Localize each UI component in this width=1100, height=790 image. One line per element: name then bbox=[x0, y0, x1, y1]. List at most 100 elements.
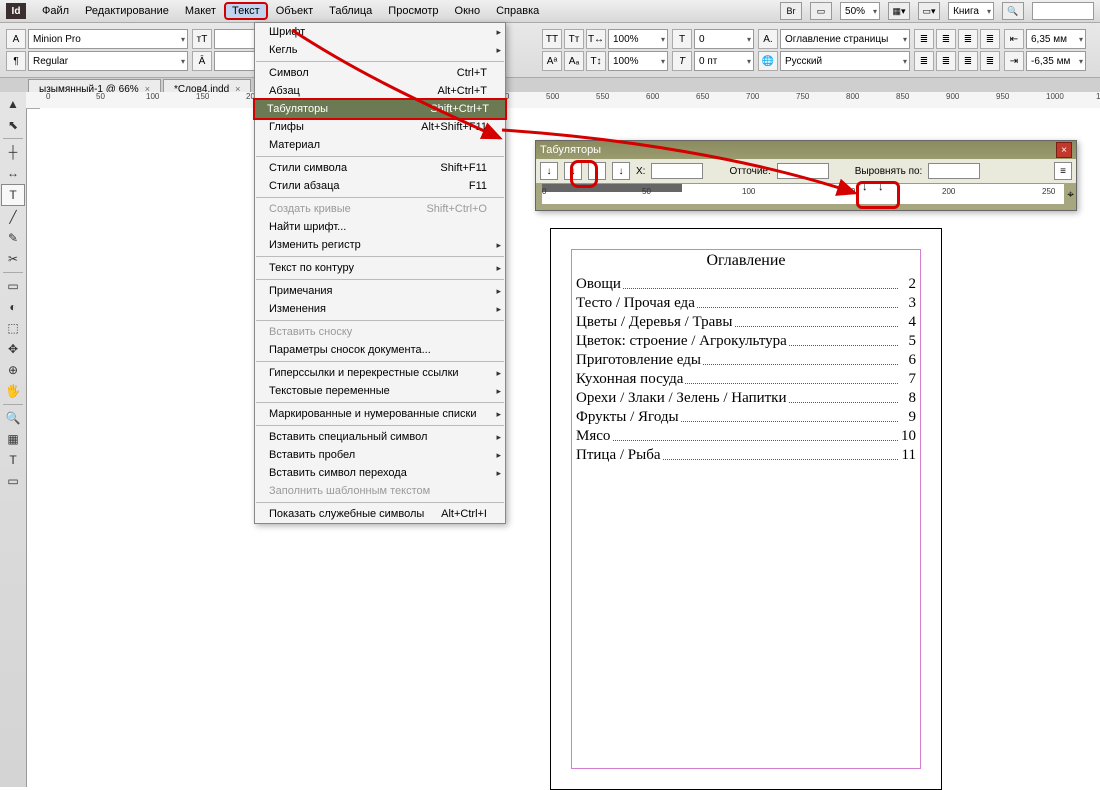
search-icon[interactable]: 🔍 bbox=[1002, 2, 1024, 20]
menu-item[interactable]: Примечания bbox=[255, 282, 505, 300]
tool-icon[interactable]: ┼ bbox=[2, 142, 24, 162]
menu-item[interactable]: Маркированные и нумерованные списки bbox=[255, 405, 505, 423]
language-select[interactable]: Русский bbox=[780, 51, 910, 71]
tool-icon[interactable]: ◐ bbox=[2, 297, 24, 317]
arrange-icon[interactable]: ▭▾ bbox=[918, 2, 940, 20]
tool-icon[interactable]: 🔍 bbox=[2, 408, 24, 428]
tab-decimal-icon[interactable]: ↓ bbox=[612, 162, 630, 180]
hscale-select[interactable]: 100% bbox=[608, 29, 668, 49]
menu-item[interactable]: Показать служебные символыAlt+Ctrl+I bbox=[255, 505, 505, 523]
tool-icon[interactable]: ✂ bbox=[2, 249, 24, 269]
tab-left-icon[interactable]: ↓ bbox=[540, 162, 558, 180]
menu-файл[interactable]: Файл bbox=[34, 2, 77, 20]
workspace-select[interactable]: Книга bbox=[948, 2, 994, 20]
caps-icon[interactable]: TT bbox=[542, 29, 562, 49]
tabs-panel-controls: ↓ ↓ ↓ ↓ X: Отточие: Выровнять по: ≡ bbox=[536, 159, 1076, 183]
menu-item[interactable]: Изменить регистр bbox=[255, 236, 505, 254]
toc-entry: Тесто / Прочая еда bbox=[576, 295, 697, 312]
tool-icon[interactable]: T bbox=[2, 450, 24, 470]
char-format-icon[interactable]: A bbox=[6, 29, 26, 49]
sub-icon[interactable]: Aₐ bbox=[564, 51, 584, 71]
menu-item[interactable]: Кегль bbox=[255, 41, 505, 59]
menu-item-shortcut: Shift+F11 bbox=[440, 162, 487, 174]
menu-item[interactable]: ГлифыAlt+Shift+F11 bbox=[255, 118, 505, 136]
menu-текст[interactable]: Текст bbox=[224, 2, 268, 20]
tool-icon[interactable]: ▦ bbox=[2, 429, 24, 449]
tool-icon[interactable]: T bbox=[1, 184, 25, 206]
menu-item[interactable]: Параметры сносок документа... bbox=[255, 341, 505, 359]
menu-таблица[interactable]: Таблица bbox=[321, 2, 380, 20]
tool-icon[interactable]: ⬚ bbox=[2, 318, 24, 338]
magnet-icon[interactable]: ⌖ bbox=[1067, 187, 1074, 202]
menu-item[interactable]: Шрифт bbox=[255, 23, 505, 41]
menu-справка[interactable]: Справка bbox=[488, 2, 547, 20]
menu-просмотр[interactable]: Просмотр bbox=[380, 2, 446, 20]
indent1-input[interactable]: 6,35 мм bbox=[1026, 29, 1086, 49]
close-icon[interactable]: × bbox=[1056, 142, 1072, 158]
toc-page: 6 bbox=[907, 352, 917, 369]
para-format-icon[interactable]: ¶ bbox=[6, 51, 26, 71]
super-icon[interactable]: Aᵃ bbox=[542, 51, 562, 71]
tabs-ruler[interactable]: 050100150200250↓↓ bbox=[542, 183, 1064, 204]
para-style-select[interactable]: Оглавление страницы bbox=[780, 29, 910, 49]
tool-icon[interactable]: ⬉ bbox=[2, 115, 24, 135]
menu-item[interactable]: Вставить специальный символ bbox=[255, 428, 505, 446]
tool-icon[interactable]: ▭ bbox=[2, 471, 24, 491]
menu-макет[interactable]: Макет bbox=[177, 2, 224, 20]
tool-icon[interactable]: ↔ bbox=[2, 163, 24, 183]
menu-item[interactable]: Вставить символ перехода bbox=[255, 464, 505, 482]
menu-окно[interactable]: Окно bbox=[447, 2, 489, 20]
kern-select[interactable]: 0 bbox=[694, 29, 754, 49]
align-icon[interactable]: ≣ bbox=[958, 29, 978, 49]
align-icon[interactable]: ≣ bbox=[980, 51, 1000, 71]
menu-item[interactable]: Материал bbox=[255, 136, 505, 154]
menu-item-label: Вставить специальный символ bbox=[269, 431, 427, 443]
toc-entry: Приготовление еды bbox=[576, 352, 703, 369]
view-icon[interactable]: ▦▾ bbox=[888, 2, 910, 20]
menu-item[interactable]: Вставить пробел bbox=[255, 446, 505, 464]
x-input[interactable] bbox=[651, 163, 703, 179]
zoom-select[interactable]: 50% bbox=[840, 2, 880, 20]
menu-редактирование[interactable]: Редактирование bbox=[77, 2, 177, 20]
search-input[interactable] bbox=[1032, 2, 1094, 20]
font-family-select[interactable]: Minion Pro bbox=[28, 29, 188, 49]
menu-item[interactable]: Найти шрифт... bbox=[255, 218, 505, 236]
align-icon[interactable]: ≣ bbox=[958, 51, 978, 71]
tool-icon[interactable]: ▲ bbox=[2, 94, 24, 114]
tabs-panel[interactable]: Табуляторы × ↓ ↓ ↓ ↓ X: Отточие: Выровня… bbox=[535, 140, 1077, 211]
tool-icon[interactable]: ✎ bbox=[2, 228, 24, 248]
vscale-select[interactable]: 100% bbox=[608, 51, 668, 71]
align-icon[interactable]: ≣ bbox=[914, 51, 934, 71]
align-icon[interactable]: ≣ bbox=[936, 29, 956, 49]
indent2-input[interactable]: -6,35 мм bbox=[1026, 51, 1086, 71]
text-frame[interactable]: Оглавление Овощи2Тесто / Прочая еда3Цвет… bbox=[572, 248, 920, 478]
align-icon[interactable]: ≣ bbox=[936, 51, 956, 71]
tool-icon[interactable]: ╱ bbox=[2, 207, 24, 227]
track-select[interactable]: 0 пт bbox=[694, 51, 754, 71]
bridge-icon[interactable]: Br bbox=[780, 2, 802, 20]
smallcaps-icon[interactable]: Tт bbox=[564, 29, 584, 49]
toc-line: Цветок: строение / Агрокультура5 bbox=[572, 333, 920, 352]
align-icon[interactable]: ≣ bbox=[914, 29, 934, 49]
tool-icon[interactable]: ▭ bbox=[2, 276, 24, 296]
menu-item[interactable]: ТабуляторыShift+Ctrl+T bbox=[253, 98, 507, 120]
tool-icon[interactable]: ✥ bbox=[2, 339, 24, 359]
tool-icon[interactable]: 🖐 bbox=[2, 381, 24, 401]
menu-item[interactable]: Текст по контуру bbox=[255, 259, 505, 277]
menu-item[interactable]: Текстовые переменные bbox=[255, 382, 505, 400]
leader-input[interactable] bbox=[777, 163, 829, 179]
charstyle-icon[interactable]: A. bbox=[758, 29, 778, 49]
menu-item[interactable]: Стили символаShift+F11 bbox=[255, 159, 505, 177]
menu-объект[interactable]: Объект bbox=[268, 2, 321, 20]
menu-item[interactable]: СимволCtrl+T bbox=[255, 64, 505, 82]
screen-mode-icon[interactable]: ▭ bbox=[810, 2, 832, 20]
panel-menu-icon[interactable]: ≡ bbox=[1054, 162, 1072, 180]
align-icon[interactable]: ≣ bbox=[980, 29, 1000, 49]
font-style-select[interactable]: Regular bbox=[28, 51, 188, 71]
tool-icon[interactable]: ⊕ bbox=[2, 360, 24, 380]
align-input[interactable] bbox=[928, 163, 980, 179]
menu-item[interactable]: Гиперссылки и перекрестные ссылки bbox=[255, 364, 505, 382]
tabs-panel-titlebar[interactable]: Табуляторы × bbox=[536, 141, 1076, 159]
menu-item[interactable]: Стили абзацаF11 bbox=[255, 177, 505, 195]
menu-item[interactable]: Изменения bbox=[255, 300, 505, 318]
